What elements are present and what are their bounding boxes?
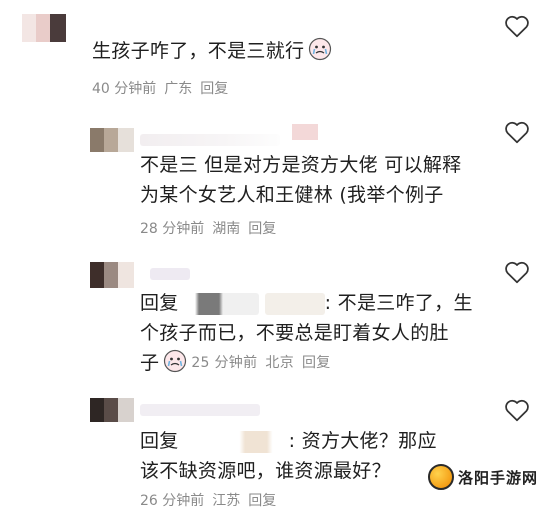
username-blurred[interactable] (150, 268, 190, 280)
username-blurred[interactable] (140, 404, 260, 416)
avatar[interactable] (90, 398, 134, 422)
heart-icon[interactable] (504, 398, 530, 422)
location: 江苏 (212, 493, 241, 509)
location: 北京 (265, 355, 294, 371)
crying-face-emoji-icon (163, 349, 187, 373)
comment-meta: 28 分钟前 湖南 回复 (140, 220, 284, 238)
heart-icon[interactable] (504, 14, 530, 38)
watermark-logo-icon (427, 464, 454, 490)
watermark-text: 洛阳手游网 (457, 468, 538, 487)
comment-text: 不是三 但是对方是资方大佬 可以解释 为某个女艺人和王健林 (我举个例子 (140, 154, 462, 206)
location: 湖南 (212, 221, 241, 237)
location: 广东 (164, 81, 193, 97)
heart-icon[interactable] (504, 260, 530, 284)
reply-button[interactable]: 回复 (248, 221, 276, 237)
reply-target-blurred (178, 430, 289, 453)
comment-text: 生孩子咋了，不是三就行 (92, 36, 332, 66)
reply-target-blurred (178, 292, 259, 315)
reply-prefix: 回复 (140, 430, 179, 452)
comment-text: 回复: 不是三咋了，生 个孩子而已，不要总是盯着女人的肚 子 25 分钟前 北京回… (140, 292, 473, 374)
badge-blurred (292, 124, 318, 140)
avatar[interactable] (90, 128, 134, 152)
timestamp: 28 分钟前 (140, 221, 205, 237)
timestamp: 40 分钟前 (92, 81, 157, 97)
comment-meta: 40 分钟前 广东 回复 (92, 80, 236, 98)
timestamp: 26 分钟前 (140, 493, 205, 509)
avatar[interactable] (22, 14, 66, 42)
reply-target-blurred (264, 292, 325, 315)
reply-button[interactable]: 回复 (302, 355, 331, 371)
reply-button[interactable]: 回复 (200, 81, 228, 97)
heart-icon[interactable] (504, 120, 530, 144)
comment-text: 回复: 资方大佬？那应 该不缺资源吧，谁资源最好？ (140, 430, 437, 482)
username-blurred[interactable] (140, 134, 280, 146)
reply-button[interactable]: 回复 (248, 493, 276, 509)
crying-face-emoji-icon (308, 37, 332, 61)
timestamp: 25 分钟前 (191, 355, 258, 371)
comment-meta: 26 分钟前 江苏 回复 (140, 492, 284, 510)
avatar[interactable] (90, 262, 134, 288)
comment-meta: 25 分钟前 北京 回复 (191, 355, 338, 371)
reply-prefix: 回复 (140, 292, 179, 314)
watermark: 洛阳手游网 (424, 460, 544, 494)
